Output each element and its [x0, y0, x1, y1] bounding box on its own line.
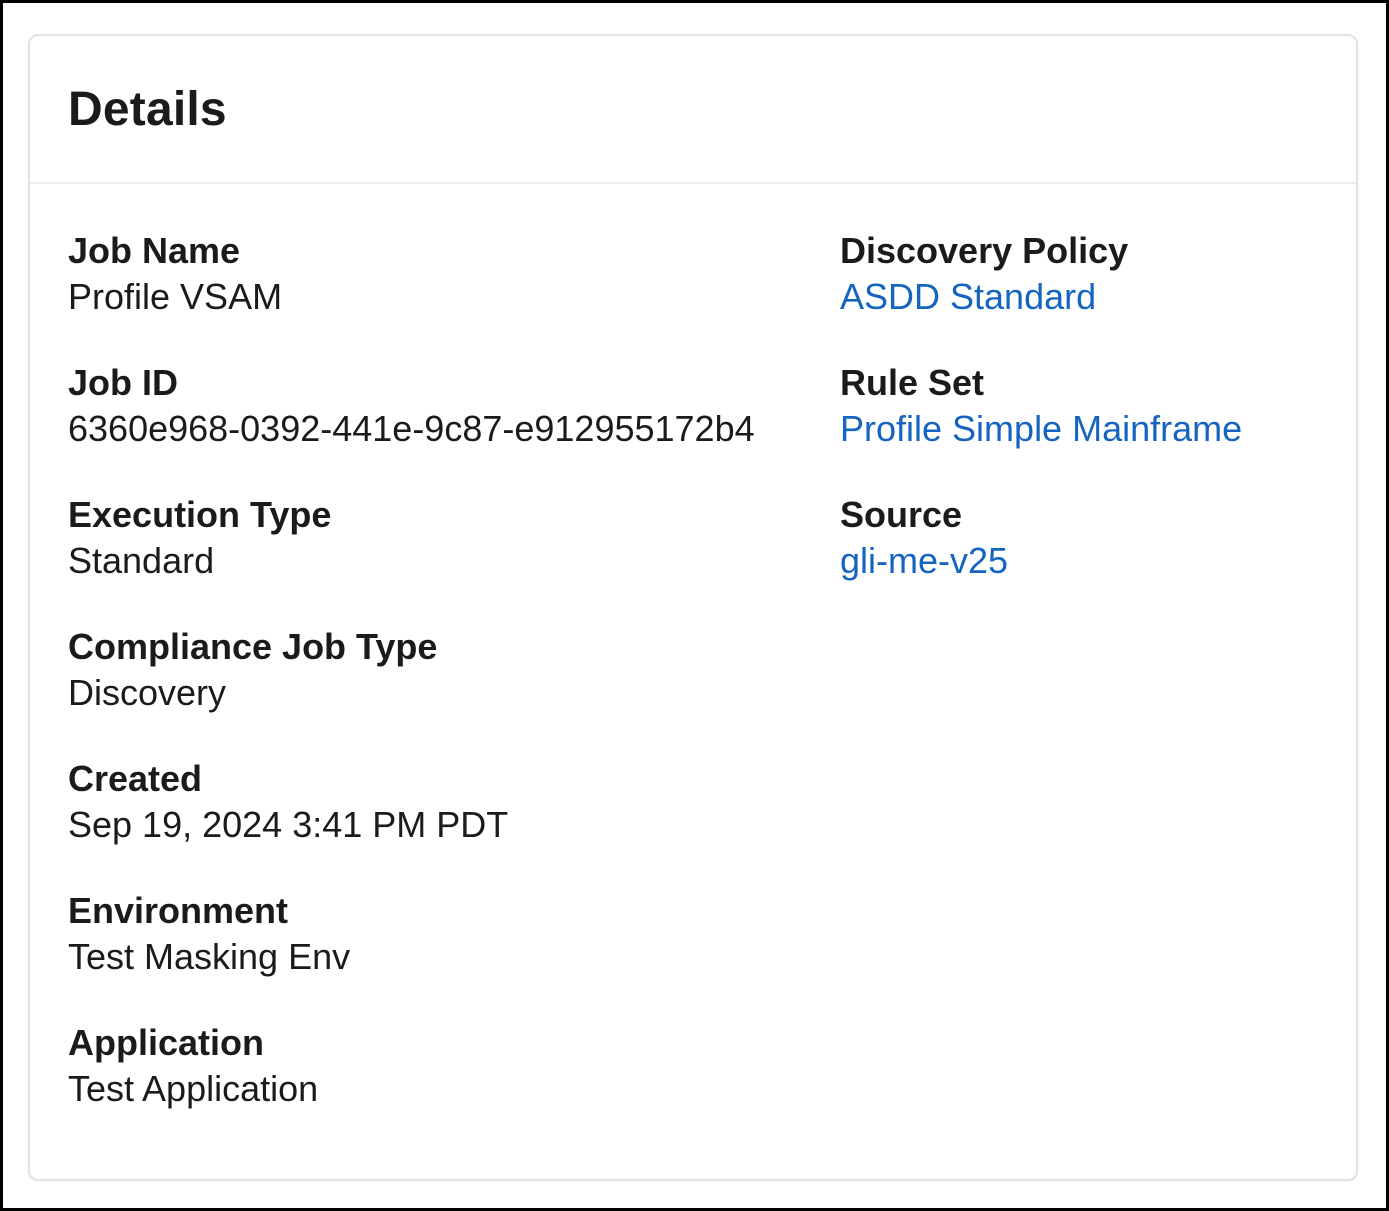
field-label-source: Source [840, 492, 1318, 538]
field-created: Created Sep 19, 2024 3:41 PM PDT [68, 756, 840, 848]
details-card: Details Job Name Profile VSAM Job ID 636… [28, 34, 1358, 1181]
details-right-column: Discovery Policy ASDD Standard Rule Set … [840, 228, 1318, 1152]
details-card-header: Details [30, 36, 1356, 184]
field-source: Source gli-me-v25 [840, 492, 1318, 584]
field-label-environment: Environment [68, 888, 840, 934]
field-rule-set: Rule Set Profile Simple Mainframe [840, 360, 1318, 452]
field-environment: Environment Test Masking Env [68, 888, 840, 980]
card-title: Details [68, 82, 227, 137]
page: { "card": { "title": "Details", "left_fi… [0, 0, 1389, 1211]
field-value-application: Test Application [68, 1066, 840, 1112]
field-value-job-name: Profile VSAM [68, 274, 840, 320]
field-label-created: Created [68, 756, 840, 802]
link-source[interactable]: gli-me-v25 [840, 540, 1008, 581]
field-job-name: Job Name Profile VSAM [68, 228, 840, 320]
field-value-created: Sep 19, 2024 3:41 PM PDT [68, 802, 840, 848]
field-value-compliance-job-type: Discovery [68, 670, 840, 716]
field-label-job-name: Job Name [68, 228, 840, 274]
field-label-compliance-job-type: Compliance Job Type [68, 624, 840, 670]
field-discovery-policy: Discovery Policy ASDD Standard [840, 228, 1318, 320]
field-value-environment: Test Masking Env [68, 934, 840, 980]
field-value-execution-type: Standard [68, 538, 840, 584]
field-label-rule-set: Rule Set [840, 360, 1318, 406]
link-rule-set[interactable]: Profile Simple Mainframe [840, 408, 1242, 449]
field-label-execution-type: Execution Type [68, 492, 840, 538]
field-label-discovery-policy: Discovery Policy [840, 228, 1318, 274]
field-compliance-job-type: Compliance Job Type Discovery [68, 624, 840, 716]
field-label-application: Application [68, 1020, 840, 1066]
link-discovery-policy[interactable]: ASDD Standard [840, 276, 1096, 317]
field-execution-type: Execution Type Standard [68, 492, 840, 584]
field-label-job-id: Job ID [68, 360, 840, 406]
details-card-body: Job Name Profile VSAM Job ID 6360e968-03… [30, 184, 1356, 1152]
field-application: Application Test Application [68, 1020, 840, 1112]
field-job-id: Job ID 6360e968-0392-441e-9c87-e91295517… [68, 360, 840, 452]
field-value-job-id: 6360e968-0392-441e-9c87-e912955172b4 [68, 406, 840, 452]
details-left-column: Job Name Profile VSAM Job ID 6360e968-03… [68, 228, 840, 1152]
